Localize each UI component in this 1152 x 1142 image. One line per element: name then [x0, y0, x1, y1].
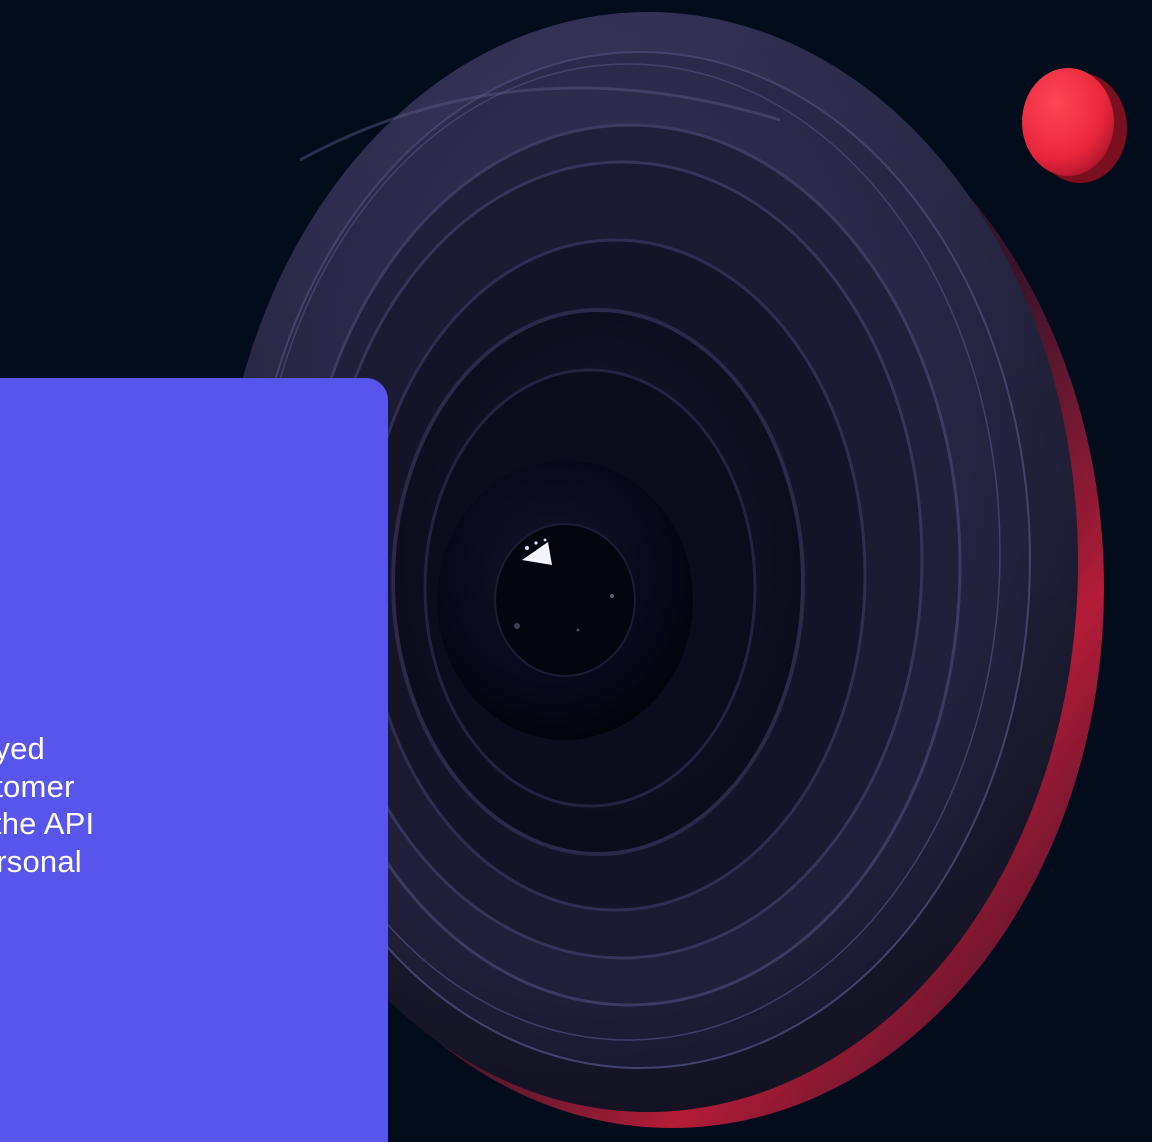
info-card-line: on Sber or on their personal: [0, 843, 82, 879]
info-card-line: site or with access to the API: [0, 806, 95, 841]
info-card-line: Solution can be deployed: [0, 731, 45, 766]
info-card-line: on-premise at the customer: [0, 768, 75, 804]
hero-banner: Solution can be deployed on-premise at t…: [0, 0, 1152, 1142]
info-card-text: Solution can be deployed on-premise at t…: [0, 730, 388, 918]
info-card: Solution can be deployed on-premise at t…: [0, 378, 388, 1142]
record-dot-icon: [1022, 68, 1127, 183]
info-card-line: network: [0, 880, 312, 918]
